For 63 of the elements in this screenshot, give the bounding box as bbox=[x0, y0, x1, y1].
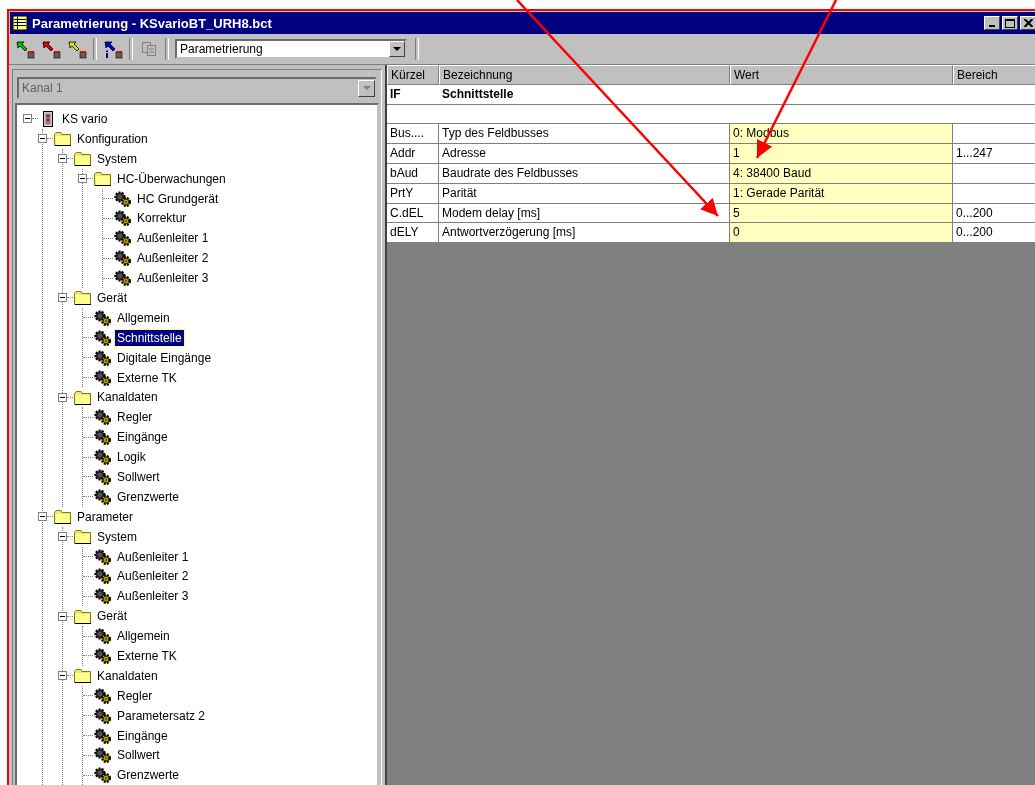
table-cell: 1...247 bbox=[953, 144, 1035, 164]
tree-item[interactable]: Gerät bbox=[95, 289, 129, 306]
tree-item[interactable]: Außenleiter 2 bbox=[115, 568, 191, 585]
section-code: IF bbox=[387, 84, 439, 105]
tree-item[interactable]: Allgemein bbox=[115, 628, 172, 645]
value-cell[interactable]: 1 bbox=[730, 144, 953, 164]
tree-item[interactable]: Grenzwerte bbox=[115, 767, 182, 784]
table-cell: 0...200 bbox=[953, 203, 1035, 224]
table-cell: Antwortverzögerung [ms] bbox=[439, 223, 730, 244]
tree-item[interactable]: Korrektur bbox=[135, 210, 189, 227]
tree-item[interactable]: HC-Überwachungen bbox=[115, 170, 228, 187]
table-cell: bAud bbox=[387, 164, 439, 184]
tree-item[interactable]: Parameter bbox=[75, 508, 136, 525]
tree-item[interactable]: Konfiguration bbox=[75, 130, 150, 147]
tree-item[interactable]: Außenleiter 3 bbox=[135, 270, 211, 287]
tree-item[interactable]: Außenleiter 3 bbox=[115, 588, 191, 605]
tree-item[interactable]: Digitale Eingänge bbox=[115, 349, 214, 366]
tree-item[interactable]: Parametersatz 2 bbox=[115, 707, 208, 724]
view-select[interactable]: Parametrierung bbox=[175, 39, 407, 59]
channel-value: Kanal 1 bbox=[21, 81, 64, 95]
table-cell: 0...200 bbox=[953, 223, 1035, 244]
table-cell: PrtY bbox=[387, 183, 439, 204]
tree-item[interactable]: Allgemein bbox=[115, 309, 172, 326]
table-cell: Addr bbox=[387, 144, 439, 164]
column-header[interactable]: Wert bbox=[730, 65, 953, 85]
table-cell: Baudrate des Feldbusses bbox=[439, 164, 730, 184]
tree-item[interactable]: System bbox=[95, 528, 139, 545]
tree-item[interactable]: Logik bbox=[115, 449, 148, 466]
tree-item[interactable]: Kanaldaten bbox=[95, 667, 160, 684]
tree-item[interactable]: Grenzwerte bbox=[115, 488, 182, 505]
value-cell[interactable]: 5 bbox=[730, 203, 953, 224]
value-cell[interactable]: 0 bbox=[730, 223, 953, 244]
table-cell: Adresse bbox=[439, 144, 730, 164]
window-title: Parametrierung - KSvarioBT_URH8.bct bbox=[32, 15, 273, 31]
table-cell: C.dEL bbox=[387, 203, 439, 224]
column-header[interactable]: Bezeichnung bbox=[439, 65, 730, 85]
tree-item[interactable]: Gerät bbox=[95, 608, 129, 625]
tree-item[interactable]: Eingänge bbox=[115, 429, 170, 446]
value-cell[interactable]: 4: 38400 Baud bbox=[730, 164, 953, 184]
tree-item[interactable]: System bbox=[95, 150, 139, 167]
tree-item[interactable]: Kanaldaten bbox=[95, 389, 160, 406]
tree-item[interactable]: Sollwert bbox=[115, 747, 162, 764]
table-cell: Parität bbox=[439, 183, 730, 204]
value-cell[interactable]: 1: Gerade Parität bbox=[730, 183, 953, 204]
tree-item[interactable]: Außenleiter 1 bbox=[115, 548, 191, 565]
table-cell: Bus.... bbox=[387, 124, 439, 145]
table-cell: Modem delay [ms] bbox=[439, 203, 730, 224]
column-header[interactable]: Bereich bbox=[953, 65, 1035, 85]
tree-item[interactable]: Regler bbox=[115, 687, 155, 704]
table-cell: dELY bbox=[387, 223, 439, 244]
tree-item[interactable]: Regler bbox=[115, 409, 155, 426]
tree-item[interactable]: KS vario bbox=[60, 110, 110, 127]
tree-item[interactable]: Außenleiter 1 bbox=[135, 230, 211, 247]
tree-item[interactable]: Externe TK bbox=[115, 369, 179, 386]
tree-item[interactable]: HC Grundgerät bbox=[135, 190, 221, 207]
table-cell: Typ des Feldbusses bbox=[439, 124, 730, 145]
tree-item[interactable]: Eingänge bbox=[115, 727, 170, 744]
column-header[interactable]: Kürzel bbox=[387, 65, 439, 85]
tree-item[interactable]: Externe TK bbox=[115, 648, 179, 664]
tree-item[interactable]: Außenleiter 2 bbox=[135, 250, 211, 267]
section-title: Schnittstelle bbox=[439, 84, 730, 105]
tree-item[interactable]: Schnittstelle bbox=[115, 329, 184, 346]
tree-item[interactable]: Sollwert bbox=[115, 468, 162, 485]
